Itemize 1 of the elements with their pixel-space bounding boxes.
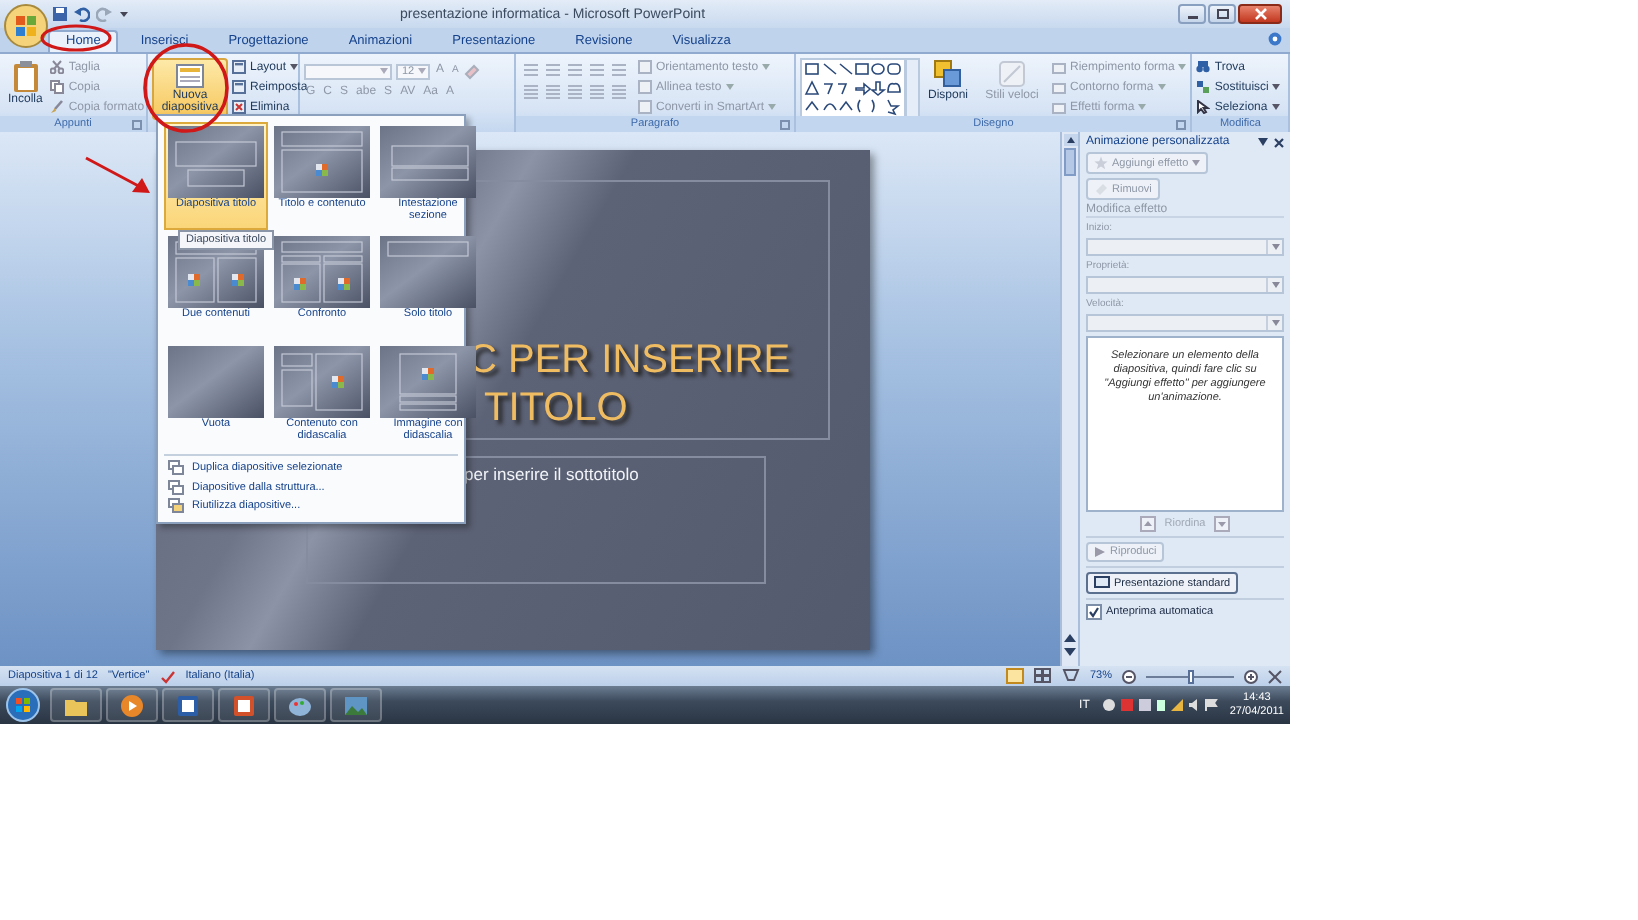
slide-title: TITOLO [482,384,630,432]
